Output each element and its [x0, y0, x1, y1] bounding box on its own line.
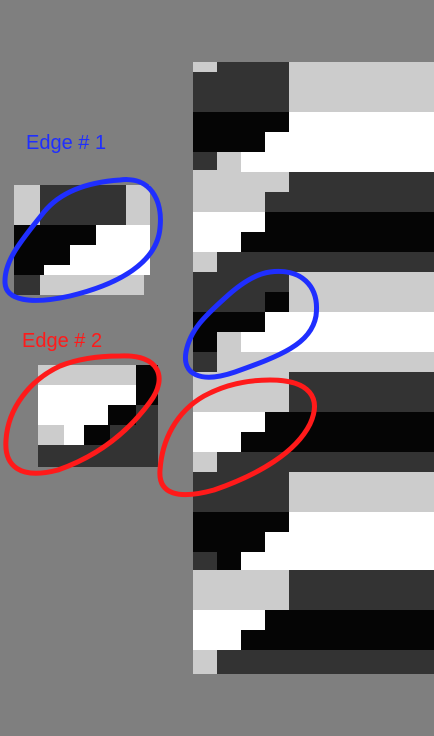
edge-1-label: Edge # 1: [26, 132, 107, 154]
edge-2-label: Edge # 2: [22, 330, 103, 352]
pixel-art-canvas: [2, 62, 434, 674]
edge-1-sample: [14, 185, 150, 295]
zoomed-stripe-image: [193, 62, 434, 674]
